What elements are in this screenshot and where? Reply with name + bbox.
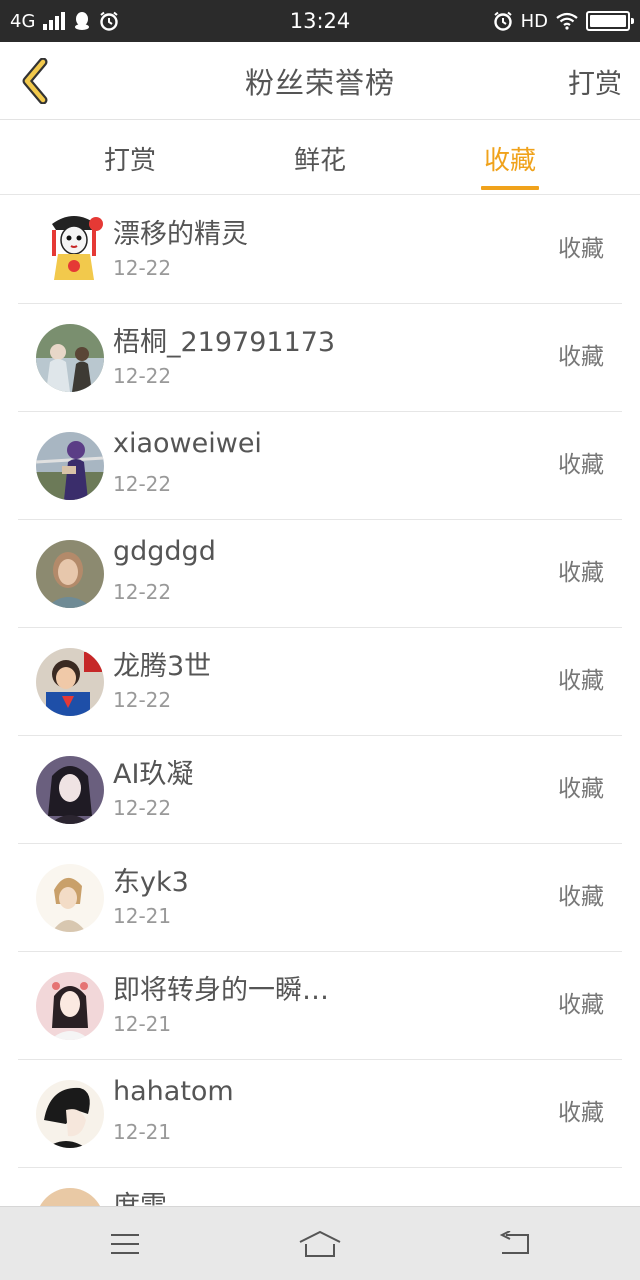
fan-name: xiaoweiwei	[113, 428, 262, 459]
fan-list[interactable]: 漂移的精灵 12-22 收藏 梧桐_219791173 12-22 收藏 xia…	[0, 196, 640, 1206]
fan-date: 12-21	[113, 904, 172, 928]
fan-name: 龙腾3世	[113, 651, 212, 682]
list-item[interactable]: AI玖凝 12-22 收藏	[0, 736, 640, 844]
favorite-label[interactable]: 收藏	[558, 1060, 604, 1160]
tab-favorites[interactable]: 收藏	[430, 121, 590, 195]
favorite-label[interactable]: 收藏	[558, 736, 604, 836]
fan-date: 12-22	[113, 364, 172, 388]
tab-label: 鲜花	[293, 145, 346, 176]
avatar	[36, 432, 104, 500]
avatar	[36, 1080, 104, 1148]
list-item[interactable]: xiaoweiwei 12-22 收藏	[0, 412, 640, 520]
reward-button[interactable]: 打赏	[568, 42, 622, 120]
fan-name: 席雷	[113, 1184, 167, 1206]
avatar-image	[36, 324, 104, 392]
list-item[interactable]: 东yk3 12-21 收藏	[0, 844, 640, 952]
avatar-image	[36, 432, 104, 500]
title-bar: 粉丝荣誉榜 打赏	[0, 42, 640, 120]
avatar-image	[36, 864, 104, 932]
tab-reward[interactable]: 打赏	[50, 121, 210, 195]
favorite-label[interactable]: 收藏	[558, 628, 604, 728]
wifi-icon	[556, 12, 578, 30]
fan-name: 梧桐_219791173	[113, 327, 336, 358]
avatar-image	[36, 1080, 104, 1148]
menu-icon	[111, 1234, 139, 1254]
home-button[interactable]	[260, 1207, 380, 1280]
fan-name: 漂移的精灵	[113, 219, 248, 250]
favorite-label[interactable]: 收藏	[558, 196, 604, 296]
fan-name: gdgdgd	[113, 536, 216, 567]
tab-label: 收藏	[483, 145, 536, 176]
avatar-image	[36, 972, 104, 1040]
hd-label: HD	[520, 10, 548, 32]
tab-bar: 打赏 鲜花 收藏	[0, 121, 640, 195]
fan-date: 12-22	[113, 688, 172, 712]
status-bar: 4G 13:24 HD	[0, 0, 640, 42]
fan-date: 12-21	[113, 1120, 172, 1144]
list-item[interactable]: 即将转身的一瞬… 12-21 收藏	[0, 952, 640, 1060]
avatar	[36, 648, 104, 716]
status-right: HD	[493, 0, 634, 42]
favorite-label[interactable]: 收藏	[558, 952, 604, 1052]
fan-date: 12-22	[113, 796, 172, 820]
favorite-label[interactable]: 收藏	[558, 304, 604, 404]
system-nav-bar	[0, 1206, 640, 1280]
fan-date: 12-22	[113, 580, 172, 604]
avatar-image	[44, 210, 104, 280]
fan-date: 12-22	[113, 472, 172, 496]
app-screen: 4G 13:24 HD 粉丝荣誉榜 打赏 打赏 鲜花 收藏 漂移的精灵 12-2…	[0, 0, 640, 1280]
home-icon	[299, 1230, 341, 1257]
tab-active-indicator	[481, 186, 539, 190]
list-item[interactable]: hahatom 12-21 收藏	[0, 1060, 640, 1168]
avatar	[36, 972, 104, 1040]
fan-date: 12-22	[113, 256, 172, 280]
avatar	[36, 324, 104, 392]
avatar-image	[36, 540, 104, 608]
list-item[interactable]: 漂移的精灵 12-22 收藏	[0, 196, 640, 304]
avatar-image	[36, 1188, 104, 1206]
menu-button[interactable]	[65, 1207, 185, 1280]
list-item[interactable]: gdgdgd 12-22 收藏	[0, 520, 640, 628]
fan-name: 东yk3	[113, 867, 189, 898]
fan-date: 12-21	[113, 1012, 172, 1036]
back-nav-button[interactable]	[455, 1207, 575, 1280]
fan-name: hahatom	[113, 1076, 234, 1107]
fan-name: AI玖凝	[113, 759, 194, 790]
avatar	[36, 864, 104, 932]
tab-flowers[interactable]: 鲜花	[240, 121, 400, 195]
alarm-icon	[493, 11, 512, 31]
avatar	[36, 1188, 104, 1206]
page-title: 粉丝荣誉榜	[244, 66, 395, 100]
fan-name: 即将转身的一瞬…	[113, 975, 329, 1006]
list-item[interactable]: 龙腾3世 12-22 收藏	[0, 628, 640, 736]
avatar	[44, 210, 104, 280]
favorite-label[interactable]: 收藏	[558, 520, 604, 620]
avatar-image	[36, 756, 104, 824]
back-icon	[499, 1231, 529, 1254]
list-item[interactable]: 梧桐_219791173 12-22 收藏	[0, 304, 640, 412]
avatar-image	[36, 648, 104, 716]
tab-label: 打赏	[103, 145, 156, 176]
favorite-label[interactable]: 收藏	[558, 844, 604, 944]
battery-icon	[586, 11, 634, 31]
avatar	[36, 540, 104, 608]
list-item[interactable]: 席雷	[0, 1168, 640, 1206]
avatar	[36, 756, 104, 824]
favorite-label[interactable]: 收藏	[558, 412, 604, 512]
